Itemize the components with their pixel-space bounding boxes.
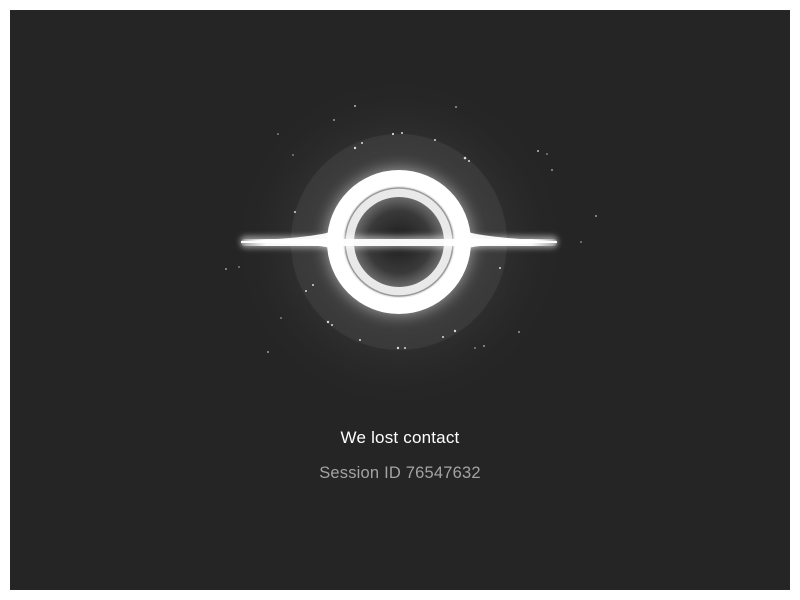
session-id-label: Session ID 76547632	[319, 464, 481, 482]
black-hole-icon	[225, 73, 597, 413]
error-screen: We lost contact Session ID 76547632	[10, 10, 790, 590]
lost-contact-message: We lost contact	[340, 428, 460, 447]
